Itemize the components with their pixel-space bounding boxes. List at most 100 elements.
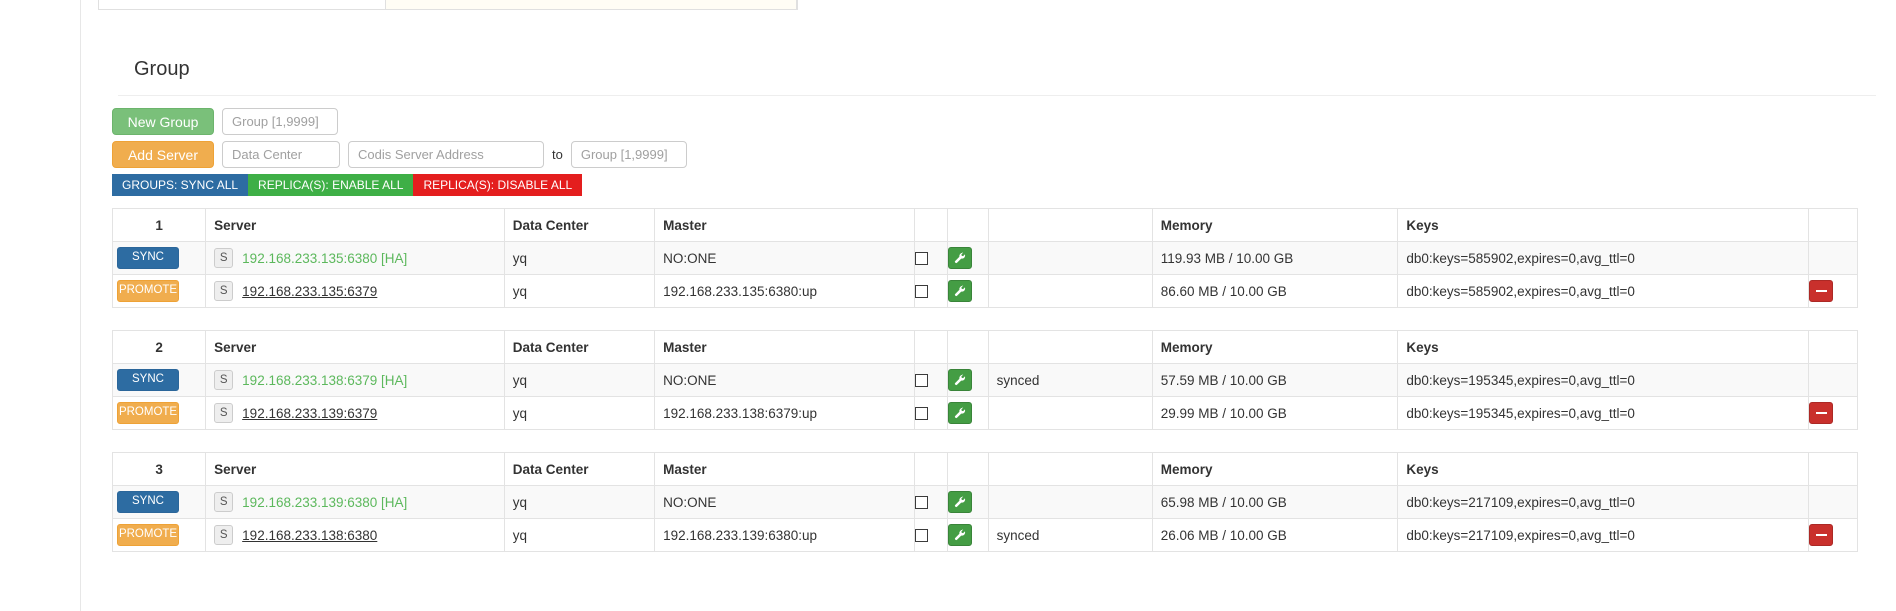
column-header-server: Server: [205, 208, 505, 242]
server-action-cell: PROMOTE: [111, 518, 207, 552]
column-header-keys: Keys: [1397, 208, 1810, 242]
replica-checkbox[interactable]: [915, 374, 928, 388]
replica-action-cell: [947, 363, 989, 397]
column-header-remove: [1808, 208, 1858, 242]
promote-button[interactable]: PROMOTE: [117, 524, 179, 546]
sync-state-cell: [987, 485, 1153, 519]
table-header-row: 3 Server Data Center Master Memory Keys: [111, 452, 1858, 486]
server-address-link[interactable]: 192.168.233.135:6380 [HA]: [242, 251, 407, 266]
page-gutter: [80, 0, 81, 611]
data-center-cell: yq: [503, 274, 656, 308]
data-center-cell: yq: [503, 485, 656, 519]
server-role-badge[interactable]: S: [214, 492, 234, 512]
server-address-link[interactable]: 192.168.233.139:6380 [HA]: [242, 495, 407, 510]
replica-checkbox[interactable]: [915, 252, 928, 266]
server-role-badge[interactable]: S: [214, 248, 234, 268]
new-group-form-row: New Group: [112, 108, 1880, 135]
wrench-icon[interactable]: [948, 247, 973, 269]
wrench-icon[interactable]: [948, 524, 973, 546]
server-cell: S 192.168.233.139:6380 [HA]: [205, 485, 505, 519]
server-cell: S 192.168.233.138:6380: [205, 518, 505, 552]
master-cell: 192.168.233.138:6379:up: [654, 396, 915, 430]
server-role-badge[interactable]: S: [214, 281, 234, 301]
master-cell: 192.168.233.135:6380:up: [654, 274, 915, 308]
add-server-address-input[interactable]: [348, 141, 544, 168]
remove-server-icon[interactable]: [1809, 280, 1834, 302]
column-header-master: Master: [654, 330, 915, 364]
group-table: 3 Server Data Center Master Memory Keys SYNC S 1…: [111, 452, 1858, 552]
column-header-keys: Keys: [1397, 452, 1810, 486]
column-header-select: [913, 452, 949, 486]
master-cell: NO:ONE: [654, 241, 915, 275]
column-header-sync-state: [987, 330, 1153, 364]
data-center-cell: yq: [503, 241, 656, 275]
data-center-cell: yq: [503, 396, 656, 430]
column-header-select: [913, 330, 949, 364]
table-header-row: 2 Server Data Center Master Memory Keys: [111, 330, 1858, 364]
column-header-data-center: Data Center: [503, 208, 656, 242]
group-id-header: 1: [111, 208, 207, 242]
keys-cell: db0:keys=585902,expires=0,avg_ttl=0: [1397, 274, 1810, 308]
server-action-cell: SYNC: [111, 363, 207, 397]
remove-server-icon[interactable]: [1809, 402, 1834, 424]
server-role-badge[interactable]: S: [214, 370, 234, 390]
replica-action-cell: [947, 518, 989, 552]
column-header-memory: Memory: [1151, 452, 1399, 486]
promote-button[interactable]: PROMOTE: [117, 280, 179, 302]
new-group-button[interactable]: New Group: [112, 108, 214, 135]
server-role-badge[interactable]: S: [214, 403, 234, 423]
replica-checkbox[interactable]: [915, 529, 928, 543]
wrench-icon[interactable]: [948, 280, 973, 302]
table-header-row: 1 Server Data Center Master Memory Keys: [111, 208, 1858, 242]
replica-checkbox[interactable]: [915, 496, 928, 510]
sync-state-cell: [987, 396, 1153, 430]
add-server-data-center-input[interactable]: [222, 141, 340, 168]
column-header-remove: [1808, 330, 1858, 364]
wrench-icon[interactable]: [948, 491, 973, 513]
server-cell: S 192.168.233.135:6380 [HA]: [205, 241, 505, 275]
wrench-icon[interactable]: [948, 369, 973, 391]
replicas-enable-all-button[interactable]: REPLICA(S): ENABLE ALL: [248, 174, 414, 196]
column-header-memory: Memory: [1151, 330, 1399, 364]
memory-cell: 57.59 MB / 10.00 GB: [1151, 363, 1399, 397]
add-server-button[interactable]: Add Server: [112, 141, 214, 168]
sync-button[interactable]: SYNC: [117, 491, 179, 513]
keys-cell: db0:keys=217109,expires=0,avg_ttl=0: [1397, 485, 1810, 519]
remove-cell: [1808, 363, 1858, 397]
replica-checkbox[interactable]: [915, 407, 928, 421]
new-group-id-input[interactable]: [222, 108, 338, 135]
sync-state-cell: synced: [987, 518, 1153, 552]
promote-button[interactable]: PROMOTE: [117, 402, 179, 424]
sync-state-cell: synced: [987, 363, 1153, 397]
server-address-link[interactable]: 192.168.233.138:6380: [242, 528, 377, 543]
master-cell: NO:ONE: [654, 485, 915, 519]
column-header-data-center: Data Center: [503, 330, 656, 364]
groups-sync-all-button[interactable]: GROUPS: SYNC ALL: [112, 174, 249, 196]
group-id-header: 3: [111, 452, 207, 486]
add-server-target-group-input[interactable]: [570, 141, 687, 168]
column-header-data-center: Data Center: [503, 452, 656, 486]
data-center-cell: yq: [503, 363, 656, 397]
server-address-link[interactable]: 192.168.233.138:6379 [HA]: [242, 373, 407, 388]
keys-cell: db0:keys=217109,expires=0,avg_ttl=0: [1397, 518, 1810, 552]
remove-cell: [1808, 274, 1858, 308]
sync-state-cell: [987, 274, 1153, 308]
bulk-actions-row: GROUPS: SYNC ALL REPLICA(S): ENABLE ALL RE…: [112, 174, 1880, 196]
remove-cell: [1808, 241, 1858, 275]
server-action-cell: SYNC: [111, 241, 207, 275]
remove-server-icon[interactable]: [1809, 524, 1834, 546]
column-header-keys: Keys: [1397, 330, 1810, 364]
server-role-badge[interactable]: S: [214, 525, 234, 545]
replicas-disable-all-button[interactable]: REPLICA(S): DISABLE ALL: [413, 174, 583, 196]
table-row: SYNC S 192.168.233.135:6380 [HA] yq NO:ONE 11…: [111, 241, 1858, 275]
server-address-link[interactable]: 192.168.233.135:6379: [242, 284, 377, 299]
replica-checkbox[interactable]: [915, 285, 928, 299]
sync-button[interactable]: SYNC: [117, 369, 179, 391]
group-forms: New Group Add Server to GROUPS: SYNC ALL…: [98, 96, 1880, 196]
table-row: PROMOTE S 192.168.233.139:6379 yq 192.168.23…: [111, 396, 1858, 430]
memory-cell: 86.60 MB / 10.00 GB: [1151, 274, 1399, 308]
server-address-link[interactable]: 192.168.233.139:6379: [242, 406, 377, 421]
select-cell: [913, 485, 949, 519]
wrench-icon[interactable]: [948, 402, 973, 424]
sync-button[interactable]: SYNC: [117, 247, 179, 269]
